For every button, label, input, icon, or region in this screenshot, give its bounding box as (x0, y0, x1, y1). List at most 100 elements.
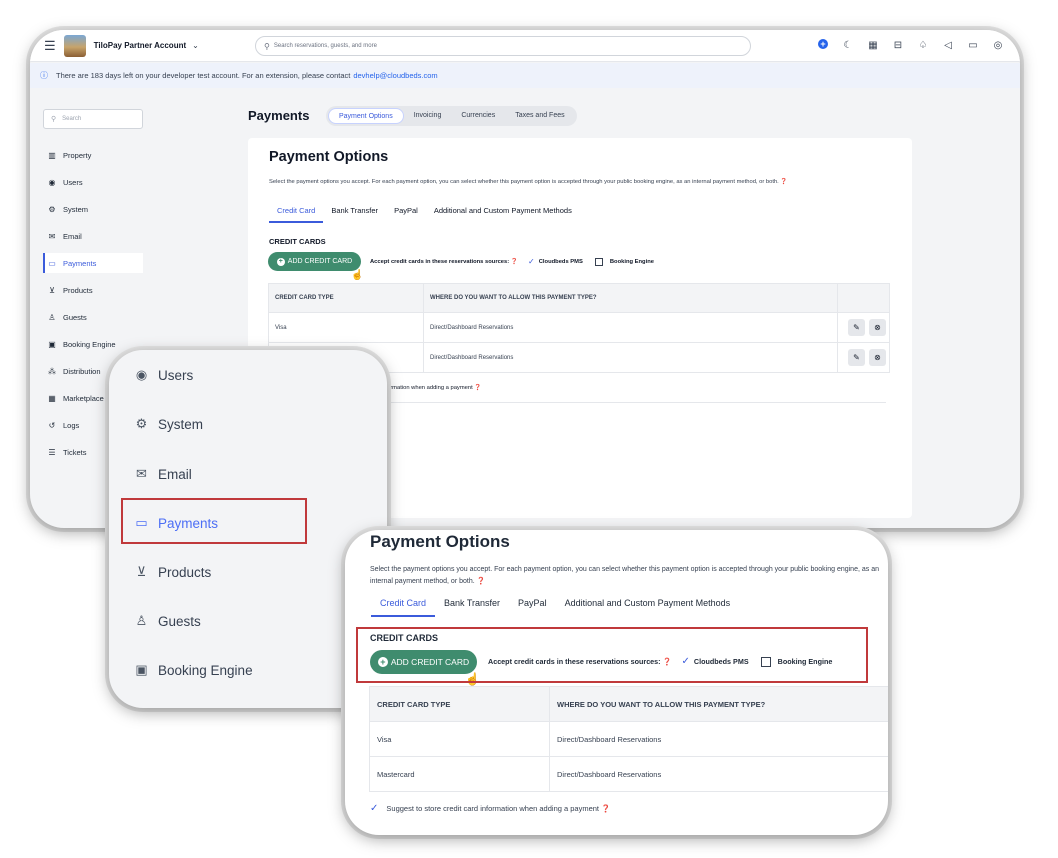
hand-cursor-icon: ☝ (351, 270, 364, 281)
chevron-down-icon[interactable]: ⌄ (192, 41, 199, 50)
sidebar-item-label: Distribution (63, 367, 101, 376)
zoom-sidebar-item-guests[interactable]: ♙ Guests (133, 613, 201, 629)
add-credit-card-label: ADD CREDIT CARD (287, 258, 353, 265)
delete-icon[interactable]: ⊗ (869, 349, 886, 366)
top-icons: + ☾ ▦ ⊟ ♤ ◁ ▭ ◎ (818, 39, 1003, 52)
subtab-additional-methods[interactable]: Additional and Custom Payment Methods (426, 206, 580, 223)
help-icon[interactable]: ◎ (993, 39, 1003, 52)
sidebar-item-users[interactable]: ◉ Users (43, 169, 143, 196)
credit-card-icon: ▭ (48, 258, 56, 268)
add-icon[interactable]: + (818, 39, 828, 49)
booking-engine-checkbox[interactable] (594, 257, 603, 266)
edit-icon[interactable]: ✎ (848, 349, 865, 366)
subtab-bank-transfer[interactable]: Bank Transfer (323, 206, 386, 223)
building-icon: ▥ (48, 151, 56, 160)
section-title: Payment Options (269, 149, 389, 165)
where-cell: Direct/Dashboard Reservations (549, 721, 888, 757)
tab-taxes-and-fees[interactable]: Taxes and Fees (505, 108, 574, 124)
zoom-sidebar-item-email[interactable]: ✉ Email (133, 466, 192, 482)
column-header: WHERE DO YOU WANT TO ALLOW THIS PAYMENT … (423, 283, 838, 313)
sidebar-item-property[interactable]: ▥ Property (43, 142, 143, 169)
zoom-sidebar-item-booking-engine[interactable]: ▣ Booking Engine (133, 662, 253, 678)
actions-cell: ✎ ⊗ (837, 312, 890, 343)
description-text: Select the payment options you accept. F… (269, 179, 779, 185)
sidebar-item-label: System (63, 205, 89, 214)
bell-icon[interactable]: ♤ (918, 39, 928, 52)
sidebar-item-email[interactable]: ✉ Email (43, 223, 143, 250)
hamburger-menu-icon[interactable]: ☰ (44, 38, 56, 54)
zoom-subtab-credit-card[interactable]: Credit Card (371, 598, 436, 617)
help-icon[interactable]: ❓ (511, 259, 518, 265)
edit-icon[interactable]: ✎ (848, 319, 865, 336)
tab-payment-options[interactable]: Payment Options (328, 108, 404, 124)
gear-icon: ⚙ (135, 416, 148, 431)
sidebar-item-label: Products (63, 286, 93, 295)
subtab-paypal[interactable]: PayPal (386, 206, 426, 223)
tab-invoicing[interactable]: Invoicing (404, 108, 452, 124)
zoom-sidebar-label: Booking Engine (158, 662, 253, 678)
history-icon: ↺ (48, 421, 56, 430)
card-type-cell: Mastercard (369, 756, 550, 792)
support-email-link[interactable]: devhelp@cloudbeds.com (353, 71, 437, 80)
zoom-payment-options: Payment Options Select the payment optio… (345, 530, 888, 835)
property-logo (63, 34, 86, 57)
global-search-placeholder: Search reservations, guests, and more (273, 43, 377, 49)
delete-icon[interactable]: ⊗ (869, 319, 886, 336)
megaphone-icon[interactable]: ◁ (943, 39, 953, 52)
zoom-sidebar-item-products[interactable]: ⊻ Products (133, 564, 212, 580)
sitemap-icon: ⁂ (48, 367, 56, 376)
user-circle-icon: ◉ (135, 367, 148, 382)
sidebar-item-label: Tickets (63, 448, 87, 457)
table-row: Mastercard Direct/Dashboard Reservations (369, 756, 888, 792)
sidebar-item-label: Payments (63, 258, 97, 268)
sidebar-item-label: Email (63, 232, 82, 241)
help-icon[interactable]: ❓ (477, 578, 486, 585)
search-icon: ⚲ (51, 116, 57, 123)
actions-cell: ✎ ⊗ (837, 342, 890, 373)
inbox-icon[interactable]: ▭ (968, 39, 978, 52)
cart-icon: ⊻ (136, 564, 147, 579)
help-icon[interactable]: ❓ (474, 385, 481, 391)
sidebar-item-system[interactable]: ⚙ System (43, 196, 143, 223)
checkmark-icon[interactable]: ✓ (528, 257, 535, 266)
source-booking-engine-label: Booking Engine (609, 258, 654, 265)
help-icon[interactable]: ❓ (780, 179, 787, 185)
help-icon[interactable]: ❓ (601, 804, 610, 813)
column-header: WHERE DO YOU WANT TO ALLOW THIS PAYMENT … (549, 686, 888, 722)
zoom-sidebar-label: Users (158, 367, 194, 383)
subtab-credit-card[interactable]: Credit Card (269, 206, 324, 223)
zoom-subtab-additional-methods[interactable]: Additional and Custom Payment Methods (556, 598, 740, 617)
envelope-icon: ✉ (136, 466, 147, 481)
tab-currencies[interactable]: Currencies (451, 108, 505, 124)
zoom-description-text: Select the payment options you accept. F… (370, 566, 879, 585)
grid-icon: ▦ (48, 394, 56, 403)
account-name[interactable]: TiloPay Partner Account (94, 41, 186, 50)
zoom-credit-card-table: CREDIT CARD TYPE WHERE DO YOU WANT TO AL… (369, 686, 888, 792)
sidebar-item-label: Marketplace (63, 394, 104, 403)
list-icon: ☰ (48, 448, 56, 457)
zoom-subtab-paypal[interactable]: PayPal (509, 598, 556, 617)
highlight-box (121, 498, 307, 544)
sidebar-item-label: Users (63, 178, 83, 187)
table-header-row: CREDIT CARD TYPE WHERE DO YOU WANT TO AL… (268, 283, 890, 313)
calendar-icon[interactable]: ▦ (868, 39, 878, 52)
top-bar: ☰ TiloPay Partner Account ⌄ ⚲ Search res… (30, 30, 1020, 62)
global-search-input[interactable]: ⚲ Search reservations, guests, and more (255, 36, 751, 56)
zoom-sidebar-label: Products (158, 564, 212, 580)
person-icon: ♙ (48, 313, 56, 322)
sidebar-item-products[interactable]: ⊻ Products (43, 277, 143, 304)
sidebar-item-guests[interactable]: ♙ Guests (43, 304, 143, 331)
sidebar-item-label: Property (63, 151, 92, 160)
calendar-check-icon: ▣ (135, 662, 148, 677)
source-pms-label: Cloudbeds PMS (538, 258, 583, 265)
zoom-sidebar-item-system[interactable]: ⚙ System (133, 416, 203, 432)
bed-icon[interactable]: ⊟ (893, 39, 903, 52)
checkmark-icon[interactable]: ✓ (370, 803, 378, 814)
zoom-sidebar-item-users[interactable]: ◉ Users (133, 367, 193, 383)
add-credit-card-button[interactable]: + ADD CREDIT CARD (268, 252, 361, 271)
where-cell: Direct/Dashboard Reservations (423, 342, 838, 373)
moon-icon[interactable]: ☾ (843, 39, 853, 52)
sidebar-item-payments[interactable]: ▭ Payments (43, 253, 143, 273)
zoom-subtab-bank-transfer[interactable]: Bank Transfer (435, 598, 509, 617)
sidebar-search-input[interactable]: ⚲ Search (43, 109, 143, 129)
